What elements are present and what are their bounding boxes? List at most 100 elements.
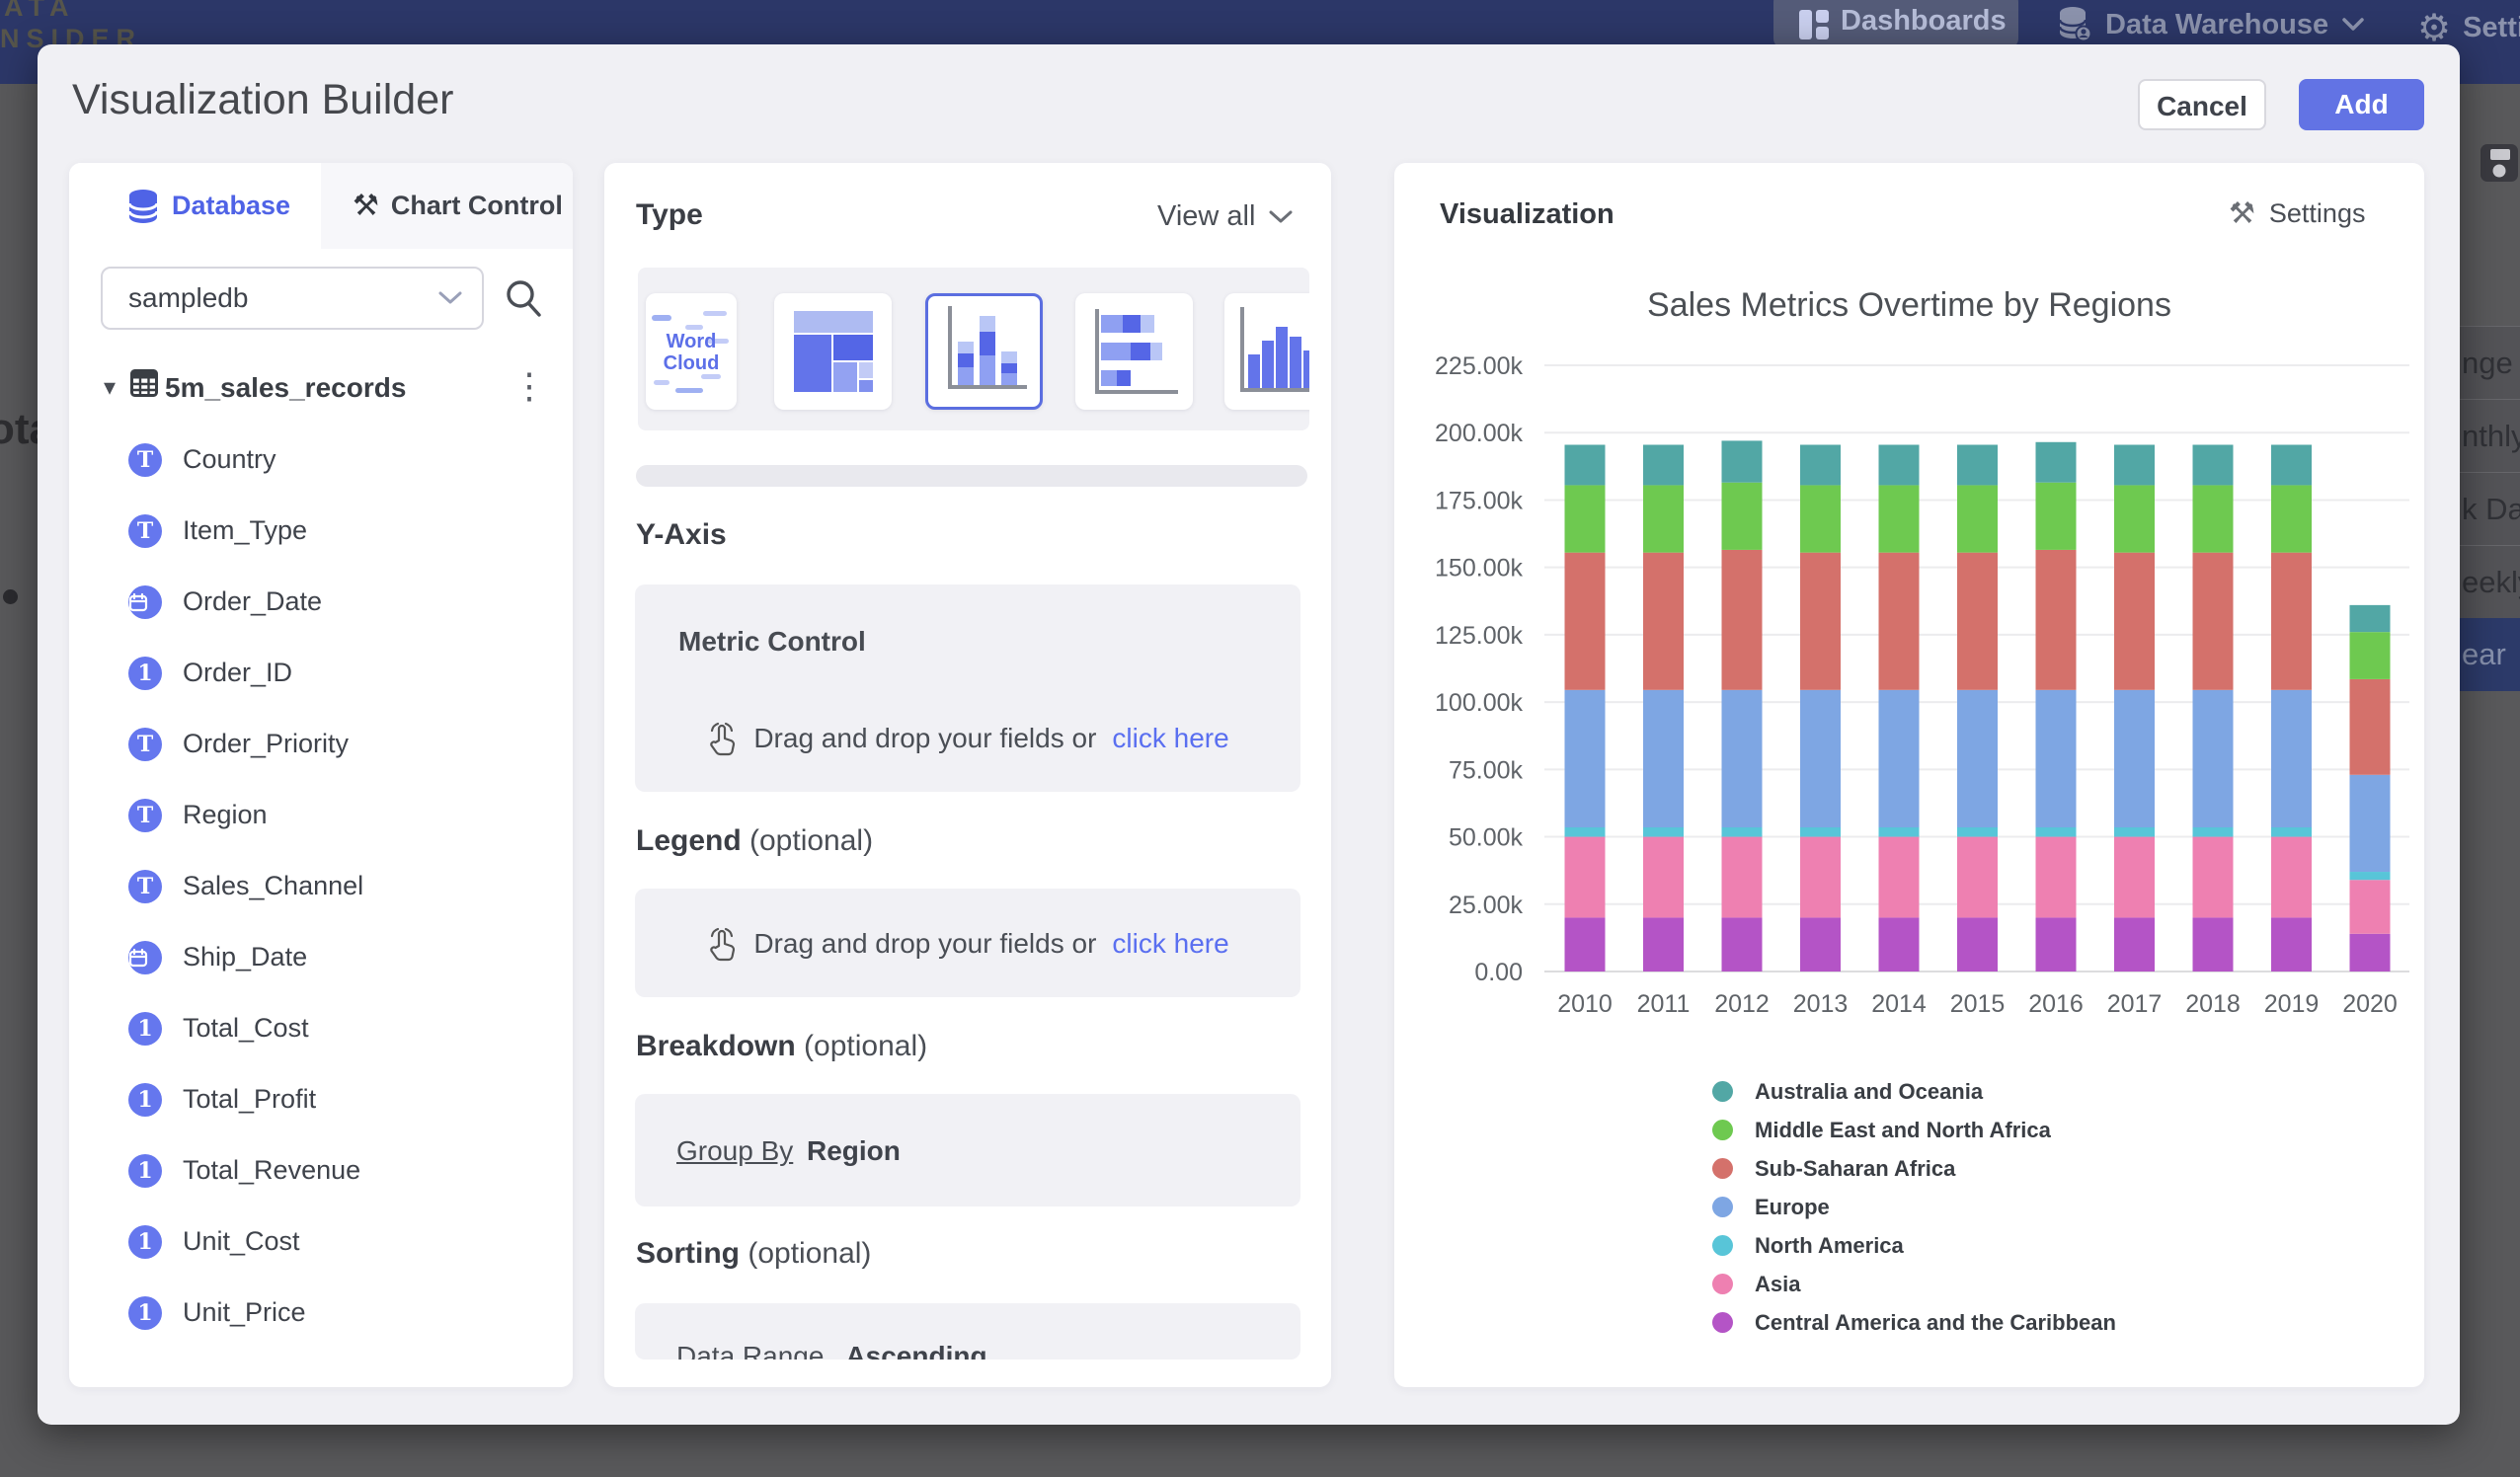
search-icon[interactable]: [504, 278, 543, 318]
background-list-item: eekly: [2460, 545, 2520, 618]
dimmed-page-right-edge: ngenthlyk Dateeeklyear: [2460, 84, 2520, 1477]
stacked-column-icon: [928, 296, 1040, 407]
field-row-order_date[interactable]: Order_Date: [69, 567, 573, 638]
breakdown-section-heading: Breakdown (optional): [636, 1030, 927, 1063]
nav-item-dashboards[interactable]: Dashboards: [1773, 0, 2018, 48]
field-row-total_cost[interactable]: 1Total_Cost: [69, 993, 573, 1064]
field-label: Unit_Cost: [183, 1226, 300, 1257]
legend-label: Asia: [1755, 1272, 1800, 1297]
view-all-label: View all: [1157, 200, 1255, 233]
metric-control-dropzone[interactable]: Metric Control Drag and drop your fields…: [635, 584, 1300, 792]
word-cloud-word2: Cloud: [646, 352, 737, 374]
legend-color-dot: [1712, 1197, 1733, 1217]
database-select[interactable]: sampledb: [101, 267, 484, 330]
field-row-item_type[interactable]: TItem_Type: [69, 496, 573, 567]
field-label: Ship_Date: [183, 942, 307, 972]
svg-text:2010: 2010: [1557, 990, 1613, 1018]
chart-type-column[interactable]: [1224, 293, 1309, 410]
drag-drop-text: Drag and drop your fields or: [753, 928, 1096, 960]
legend-item[interactable]: Central America and the Caribbean: [1712, 1303, 2116, 1342]
field-row-order_priority[interactable]: T Order_Priority: [69, 709, 573, 780]
svg-text:2016: 2016: [2028, 990, 2084, 1018]
text-field-icon: T: [128, 514, 162, 548]
field-row-unit_cost[interactable]: 1Unit_Cost: [69, 1206, 573, 1278]
svg-text:2019: 2019: [2264, 990, 2320, 1018]
table-tree-node[interactable]: ▾ 5m_sales_records ⋮: [69, 355, 573, 425]
click-here-link[interactable]: click here: [1112, 723, 1228, 754]
view-all-dropdown[interactable]: View all: [1157, 200, 1293, 233]
field-label: Order_Priority: [183, 729, 349, 759]
metric-control-title: Metric Control: [678, 626, 866, 658]
chart-legend: Australia and OceaniaMiddle East and Nor…: [1712, 1072, 2116, 1342]
background-dropdown-list: ngenthlyk Dateeeklyear: [2460, 326, 2520, 691]
chart-type-stacked-column-selected[interactable]: [925, 293, 1043, 410]
database-panel: Database ⚒ Chart Control sampledb: [69, 163, 573, 1387]
background-bullet-dot: [3, 589, 18, 604]
number-field-icon: 1: [128, 657, 162, 690]
dialog-title: Visualization Builder: [72, 76, 453, 124]
nav-item-data-warehouse[interactable]: Data Warehouse: [2058, 6, 2364, 43]
sorting-control[interactable]: Data Range Ascending: [635, 1303, 1300, 1360]
legend-item[interactable]: Asia: [1712, 1265, 2116, 1303]
group-by-value[interactable]: Region: [807, 1135, 901, 1167]
field-row-sales_channel[interactable]: TSales_Channel: [69, 851, 573, 922]
kebab-menu-icon[interactable]: ⋮: [512, 365, 547, 407]
field-label: Sales_Channel: [183, 871, 363, 901]
svg-text:2014: 2014: [1871, 990, 1927, 1018]
field-row-total_revenue[interactable]: 1Total_Revenue: [69, 1135, 573, 1206]
tab-database[interactable]: Database: [69, 163, 321, 249]
legend-item[interactable]: Middle East and North Africa: [1712, 1111, 2116, 1149]
legend-color-dot: [1712, 1081, 1733, 1102]
text-field-icon: T: [128, 728, 162, 761]
legend-label: North America: [1755, 1233, 1904, 1259]
app-logo-line1: ATA: [4, 0, 75, 23]
click-here-link[interactable]: click here: [1112, 928, 1228, 960]
field-row-country[interactable]: T Country: [69, 425, 573, 496]
tab-chart-control[interactable]: ⚒ Chart Control: [321, 163, 573, 249]
field-row-ship_date[interactable]: Ship_Date: [69, 922, 573, 993]
date-field-icon: [128, 941, 162, 974]
svg-text:2015: 2015: [1950, 990, 2006, 1018]
field-list: T Country TItem_TypeOrder_Date1Order_ID T Or…: [69, 425, 573, 1349]
sort-field-label[interactable]: Data Range: [676, 1341, 824, 1360]
add-button[interactable]: Add: [2299, 79, 2424, 130]
data-warehouse-icon: [2058, 6, 2091, 43]
legend-item[interactable]: Australia and Oceania: [1712, 1072, 2116, 1111]
svg-text:75.00k: 75.00k: [1449, 756, 1524, 784]
caret-down-icon[interactable]: ▾: [104, 373, 116, 402]
field-row-order_id[interactable]: 1Order_ID: [69, 638, 573, 709]
field-row-region[interactable]: TRegion: [69, 780, 573, 851]
cancel-button[interactable]: Cancel: [2138, 79, 2266, 130]
dimmed-page-left-edge: otal: [0, 84, 38, 1477]
svg-text:225.00k: 225.00k: [1435, 352, 1523, 380]
number-field-icon: 1: [128, 1154, 162, 1188]
legend-item[interactable]: North America: [1712, 1226, 2116, 1265]
tap-icon: [706, 721, 738, 756]
legend-item[interactable]: Europe: [1712, 1188, 2116, 1226]
legend-color-dot: [1712, 1274, 1733, 1294]
text-field-icon: T: [128, 443, 162, 477]
svg-text:175.00k: 175.00k: [1435, 487, 1523, 514]
breakdown-control[interactable]: Group By Region: [635, 1094, 1300, 1206]
chart-type-carousel: Word Cloud: [638, 268, 1309, 430]
chart-type-treemap[interactable]: [774, 293, 892, 410]
table-name: 5m_sales_records: [165, 372, 406, 404]
legend-dropzone[interactable]: Drag and drop your fields or click here: [635, 889, 1300, 997]
svg-text:0.00: 0.00: [1474, 959, 1523, 986]
legend-item[interactable]: Sub-Saharan Africa: [1712, 1149, 2116, 1188]
background-list-item: nge: [2460, 326, 2520, 399]
stacked-bar-icon: [1075, 293, 1193, 410]
group-by-label[interactable]: Group By: [676, 1135, 793, 1167]
carousel-scrollbar[interactable]: [636, 465, 1307, 487]
legend-color-dot: [1712, 1312, 1733, 1333]
chart-type-word-cloud[interactable]: Word Cloud: [646, 293, 737, 410]
tap-icon: [706, 926, 738, 962]
field-row-total_profit[interactable]: 1Total_Profit: [69, 1064, 573, 1135]
legend-label: Europe: [1755, 1195, 1830, 1220]
chevron-down-icon: [1269, 210, 1293, 224]
sort-direction-value[interactable]: Ascending: [845, 1341, 986, 1360]
chart-type-stacked-bar[interactable]: [1075, 293, 1193, 410]
database-icon: [126, 189, 160, 224]
field-label: Country: [183, 444, 276, 475]
field-row-unit_price[interactable]: 1Unit_Price: [69, 1278, 573, 1349]
